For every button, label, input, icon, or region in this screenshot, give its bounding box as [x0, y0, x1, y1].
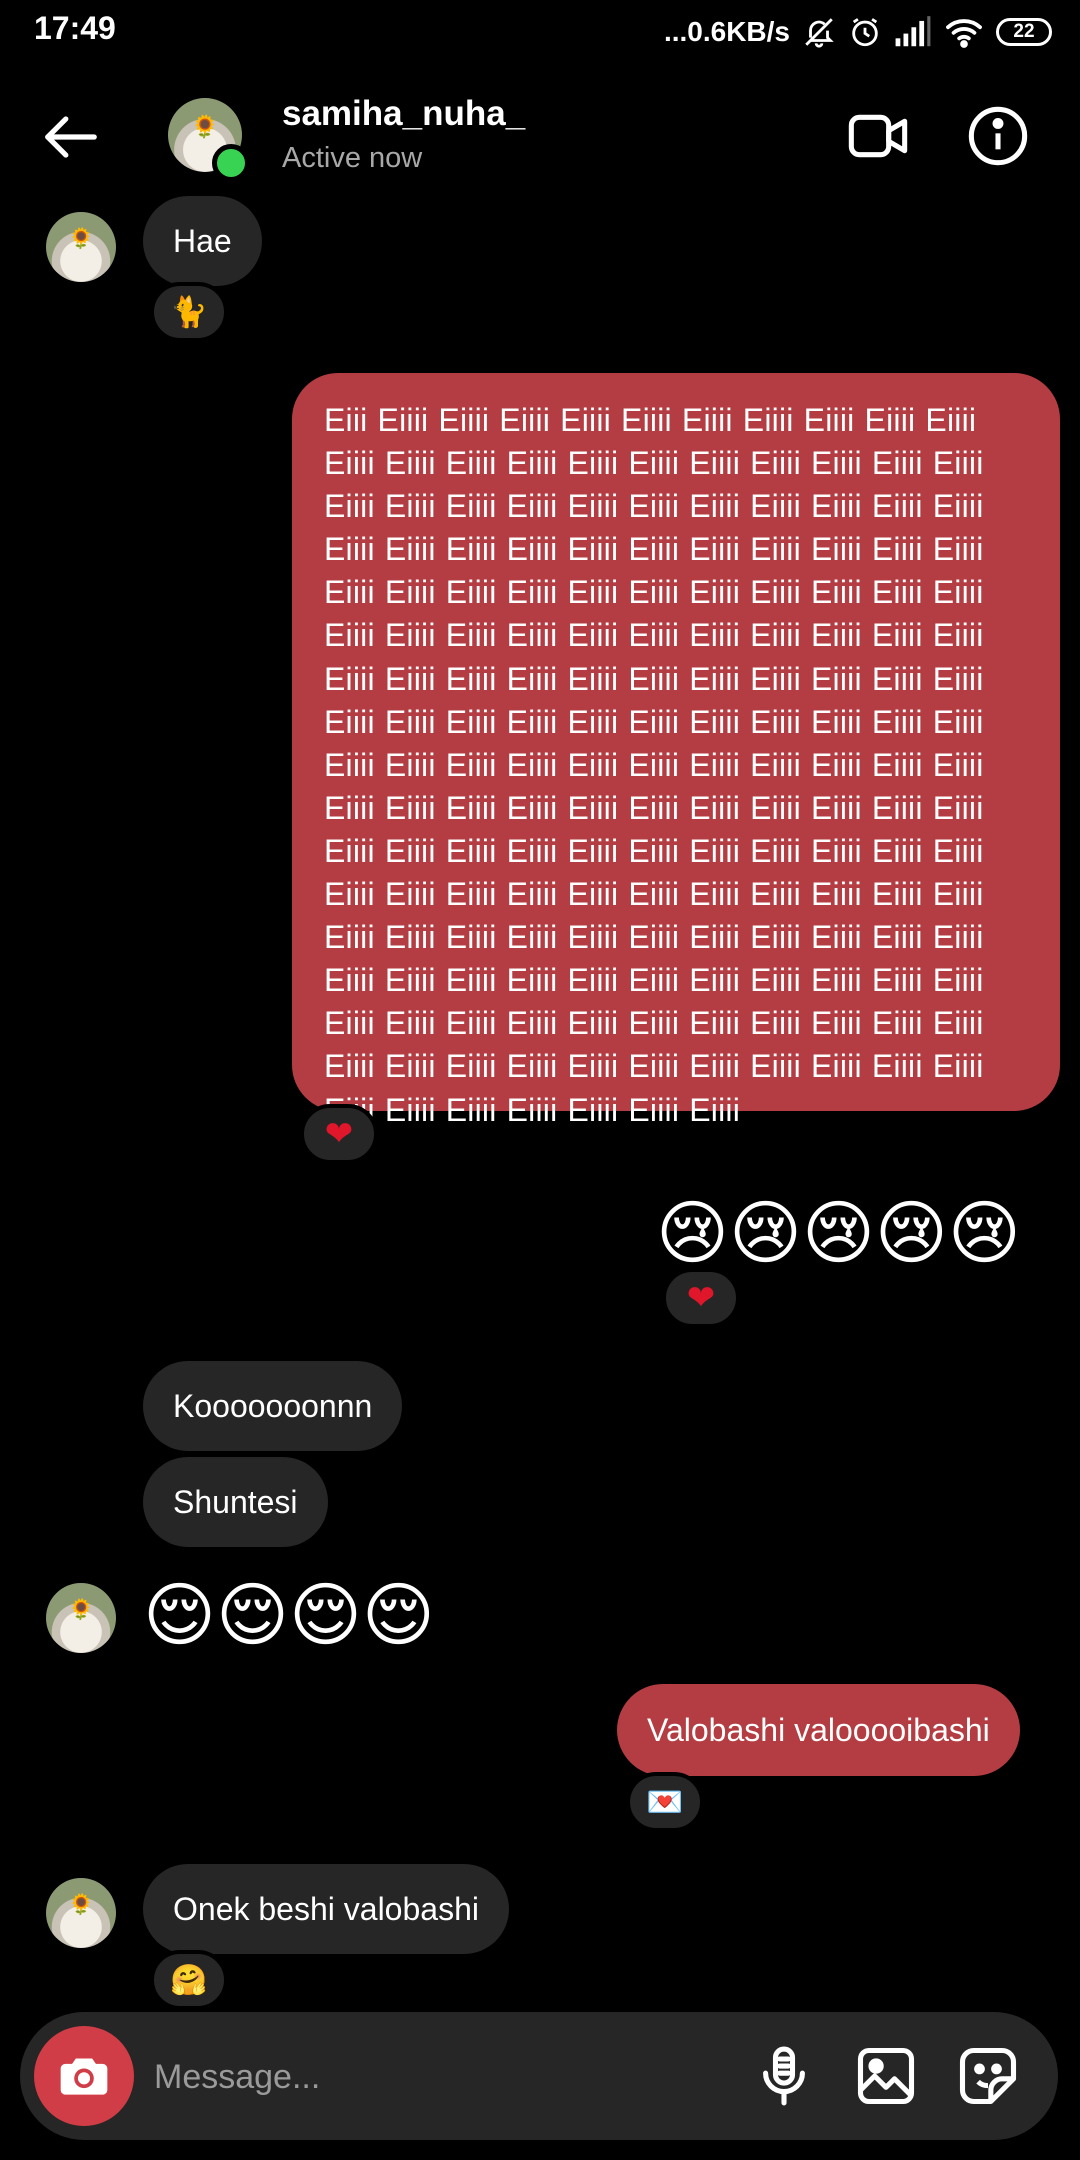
- sender-avatar[interactable]: 🌻: [46, 1878, 116, 1948]
- incoming-message[interactable]: Shuntesi: [143, 1457, 328, 1547]
- online-indicator: [212, 144, 250, 182]
- wifi-icon: [946, 19, 982, 48]
- voice-message-button[interactable]: [750, 2042, 818, 2110]
- chat-header: 🌻 samiha_nuha_ Active now: [0, 62, 1080, 212]
- battery-level: 22: [1013, 21, 1035, 42]
- message-input[interactable]: [152, 2042, 716, 2112]
- sender-avatar[interactable]: 🌻: [46, 212, 116, 282]
- battery-icon: 22: [996, 18, 1052, 46]
- sunflower-icon: 🌻: [191, 114, 219, 140]
- status-time: 17:49: [34, 10, 116, 46]
- heart-reaction: ❤: [686, 1279, 716, 1317]
- network-speed: ...0.6KB/s: [663, 16, 790, 47]
- camera-button[interactable]: [34, 2026, 134, 2126]
- sunflower-icon: 🌻: [68, 228, 94, 250]
- signal-icon: [895, 16, 931, 47]
- info-button[interactable]: [966, 104, 1030, 168]
- gallery-button[interactable]: [852, 2042, 920, 2110]
- sender-avatar[interactable]: 🌻: [46, 1583, 116, 1653]
- message-reaction[interactable]: 🤗: [150, 1950, 228, 2010]
- message-reaction[interactable]: 🐈: [150, 282, 228, 342]
- alarm-icon: [852, 18, 878, 47]
- outgoing-emoji-message[interactable]: 😢😢😢😢😢: [656, 1198, 1021, 1268]
- status-bar: 17:49 ...0.6KB/s 22: [0, 0, 1080, 62]
- incoming-message[interactable]: Hae: [143, 196, 262, 286]
- info-icon: [968, 106, 1028, 166]
- outgoing-message[interactable]: Valobashi valooooibashi: [617, 1684, 1020, 1776]
- back-button[interactable]: [40, 106, 102, 168]
- active-status: Active now: [282, 142, 423, 174]
- message-reaction[interactable]: ❤: [662, 1268, 740, 1328]
- gallery-icon: [857, 2047, 915, 2105]
- message-reaction[interactable]: 💌: [626, 1772, 704, 1832]
- mute-icon: [805, 18, 834, 48]
- microphone-icon: [763, 2046, 805, 2106]
- video-call-icon: [848, 114, 908, 158]
- message-composer: [20, 2012, 1058, 2140]
- back-arrow-icon: [45, 116, 97, 158]
- outgoing-message[interactable]: Eiii Eiiii Eiiii Eiiii Eiiii Eiiii Eiiii…: [292, 373, 1060, 1128]
- incoming-message[interactable]: Onek beshi valobashi: [143, 1864, 509, 1954]
- profile-avatar-button[interactable]: 🌻: [168, 98, 250, 182]
- sticker-button[interactable]: [954, 2042, 1022, 2110]
- camera-icon: [60, 2058, 108, 2095]
- incoming-message[interactable]: Kooooooonnn: [143, 1361, 403, 1451]
- chat-username[interactable]: samiha_nuha_: [282, 94, 525, 134]
- sunflower-icon: 🌻: [68, 1894, 94, 1916]
- status-icons: ...0.6KB/s 22: [664, 10, 1052, 54]
- video-call-button[interactable]: [846, 104, 910, 168]
- message-reaction[interactable]: ❤: [300, 1104, 378, 1164]
- sunflower-icon: 🌻: [68, 1599, 94, 1621]
- sticker-icon: [959, 2047, 1017, 2105]
- heart-reaction: ❤: [324, 1115, 354, 1153]
- incoming-emoji-message[interactable]: 😌😌😌😌: [143, 1580, 435, 1650]
